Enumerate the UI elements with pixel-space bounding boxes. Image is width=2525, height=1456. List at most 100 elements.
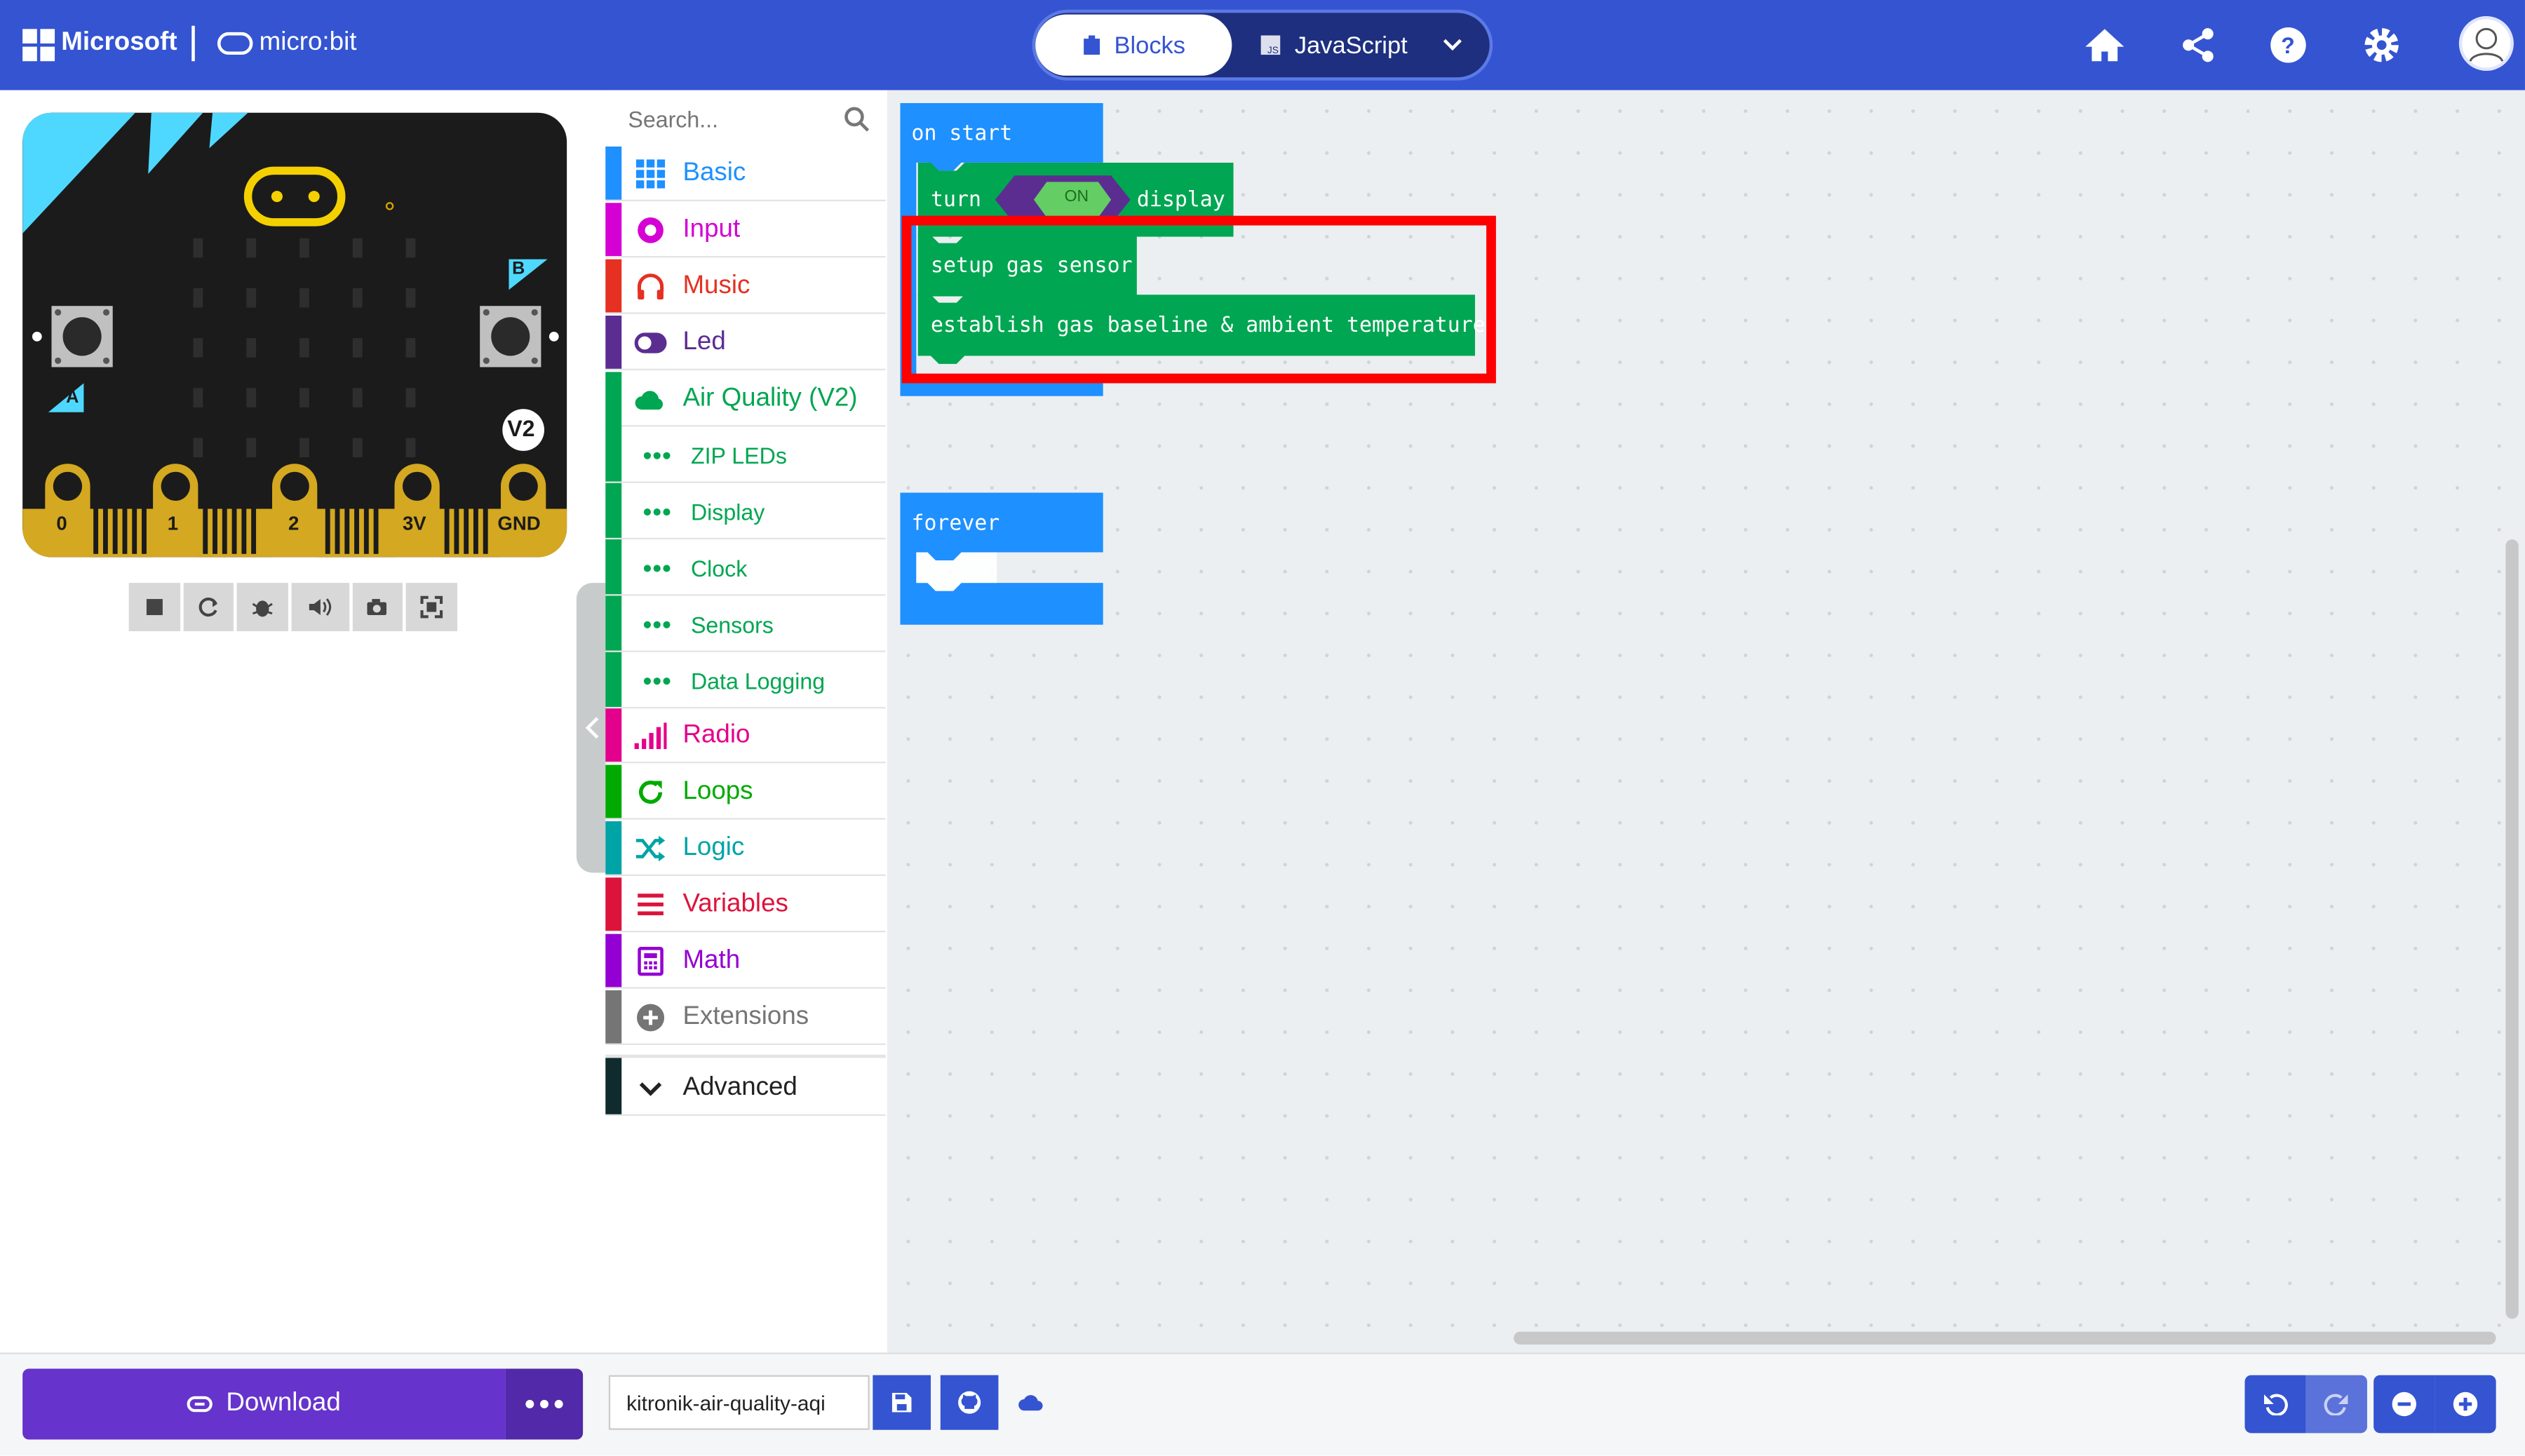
chevron-down-icon[interactable]	[1440, 32, 1466, 66]
cloud-status-button[interactable]	[1002, 1375, 1060, 1430]
tab-javascript[interactable]: JS JavaScript	[1259, 15, 1436, 76]
tab-blocks-label: Blocks	[1114, 31, 1185, 59]
category-color-bar	[605, 764, 622, 818]
toolbox-category-led[interactable]: Led	[605, 315, 886, 371]
toolbox-category-input[interactable]: Input	[605, 203, 886, 258]
subcategory-label: Display	[690, 499, 765, 525]
workspace-vertical-scrollbar[interactable]	[2505, 539, 2519, 1319]
headphones-icon	[635, 271, 667, 303]
category-label: Loops	[682, 777, 753, 805]
plus-icon	[2453, 1391, 2478, 1417]
category-label: Math	[682, 946, 741, 975]
undo-button[interactable]	[2244, 1375, 2306, 1434]
toolbox-subcategory-clock[interactable]: Clock	[605, 541, 886, 596]
category-color-bar	[605, 146, 622, 200]
dots-icon	[641, 552, 673, 584]
redo-button[interactable]	[2305, 1375, 2367, 1434]
brand-divider	[191, 25, 195, 62]
category-label: Led	[682, 328, 726, 356]
pin-0-label: 0	[56, 512, 67, 535]
download-button[interactable]: Download	[22, 1368, 506, 1440]
toolbox-subcategory-display[interactable]: Display	[605, 485, 886, 540]
chevron-left-icon	[585, 717, 599, 739]
subcategory-label: Sensors	[690, 612, 774, 638]
avatar[interactable]	[2458, 15, 2514, 72]
save-button[interactable]	[873, 1375, 931, 1430]
button-b-label: B	[512, 259, 525, 279]
category-color-bar	[605, 877, 622, 931]
simulator-collapse-handle[interactable]	[576, 583, 609, 873]
share-icon[interactable]	[2176, 22, 2221, 67]
subcategory-label: Clock	[690, 555, 748, 581]
on-toggle[interactable]: ON	[1065, 189, 1089, 206]
refresh-icon	[635, 776, 667, 809]
toolbox-category-variables[interactable]: Variables	[605, 877, 886, 933]
tab-javascript-label: JavaScript	[1294, 31, 1408, 59]
category-label: Extensions	[682, 1003, 809, 1031]
toolbox-category-radio[interactable]: Radio	[605, 708, 886, 764]
toolbox-subcategory-sensors[interactable]: Sensors	[605, 598, 886, 652]
redo-icon	[2324, 1394, 2348, 1416]
toolbox-category-loops[interactable]: Loops	[605, 764, 886, 820]
undo-icon	[2264, 1394, 2288, 1416]
signal-bars-icon	[634, 720, 667, 752]
display-label: display	[1136, 188, 1225, 213]
search-input[interactable]	[605, 93, 884, 145]
product-name[interactable]: micro:bit	[260, 29, 357, 58]
turn-label: turn	[931, 188, 981, 213]
dots-icon	[641, 665, 673, 697]
toolbox-category-math[interactable]: Math	[605, 933, 886, 989]
toolbox-category-advanced[interactable]: Advanced	[605, 1054, 886, 1117]
category-label: Logic	[682, 834, 745, 862]
category-label: Advanced	[682, 1074, 797, 1102]
microbit-logo-icon	[217, 32, 253, 55]
restart-icon[interactable]	[182, 583, 234, 631]
tab-blocks[interactable]: Blocks	[1035, 14, 1232, 76]
toggle-icon	[634, 327, 667, 359]
zoom-out-button[interactable]	[2374, 1375, 2435, 1434]
project-name-input[interactable]	[608, 1375, 870, 1430]
highlight-box	[901, 215, 1496, 384]
microsoft-logo-icon	[22, 29, 55, 62]
toolbox-subcategory-data-logging[interactable]: Data Logging	[605, 654, 886, 709]
microbit-simulator[interactable]: 0 1 2 3V GND V2 A B	[22, 112, 567, 558]
grid-icon	[635, 158, 667, 190]
zoom-in-button[interactable]	[2435, 1375, 2496, 1434]
category-color-bar	[605, 203, 622, 257]
download-label: Download	[226, 1389, 341, 1417]
javascript-icon: JS	[1260, 35, 1281, 55]
github-button[interactable]	[940, 1375, 999, 1430]
chevron-down-icon	[635, 1072, 667, 1105]
toolbox-search[interactable]	[605, 93, 887, 145]
dots-icon	[641, 440, 673, 472]
category-label: Input	[682, 215, 741, 243]
help-icon[interactable]: ?	[2265, 22, 2310, 67]
toolbox-category-music[interactable]: Music	[605, 259, 886, 314]
sound-icon[interactable]	[291, 583, 349, 631]
category-label: Air Quality (V2)	[682, 384, 858, 412]
forever-label: forever	[911, 512, 1000, 537]
pin-3v-label: 3V	[402, 512, 426, 535]
fullscreen-icon[interactable]	[406, 583, 457, 631]
category-label: Radio	[682, 721, 750, 749]
calculator-icon	[635, 945, 667, 978]
on-start-label: on start	[911, 122, 1013, 147]
toolbox-category-air-quality[interactable]: Air Quality (V2)	[605, 372, 886, 709]
search-icon[interactable]	[844, 107, 870, 133]
toolbox-category-extensions[interactable]: Extensions	[605, 990, 886, 1046]
simulator-toolbar	[128, 583, 457, 631]
toolbox-category-basic[interactable]: Basic	[605, 146, 886, 201]
camera-icon[interactable]	[351, 583, 403, 631]
toolbox-subcategory-zip-leds[interactable]: ZIP LEDs	[605, 429, 886, 483]
toolbox-category-logic[interactable]: Logic	[605, 821, 886, 876]
gear-icon[interactable]	[2359, 22, 2404, 67]
pin-2-label: 2	[288, 512, 299, 535]
stop-icon[interactable]	[128, 583, 180, 631]
workspace-horizontal-scrollbar[interactable]	[1514, 1331, 2496, 1345]
more-options-button[interactable]	[505, 1368, 584, 1440]
category-label: Variables	[682, 890, 788, 918]
home-icon[interactable]	[2082, 22, 2127, 67]
category-color-bar	[605, 1058, 622, 1114]
forever-block[interactable]: forever	[900, 492, 1109, 628]
debug-icon[interactable]	[237, 583, 289, 631]
